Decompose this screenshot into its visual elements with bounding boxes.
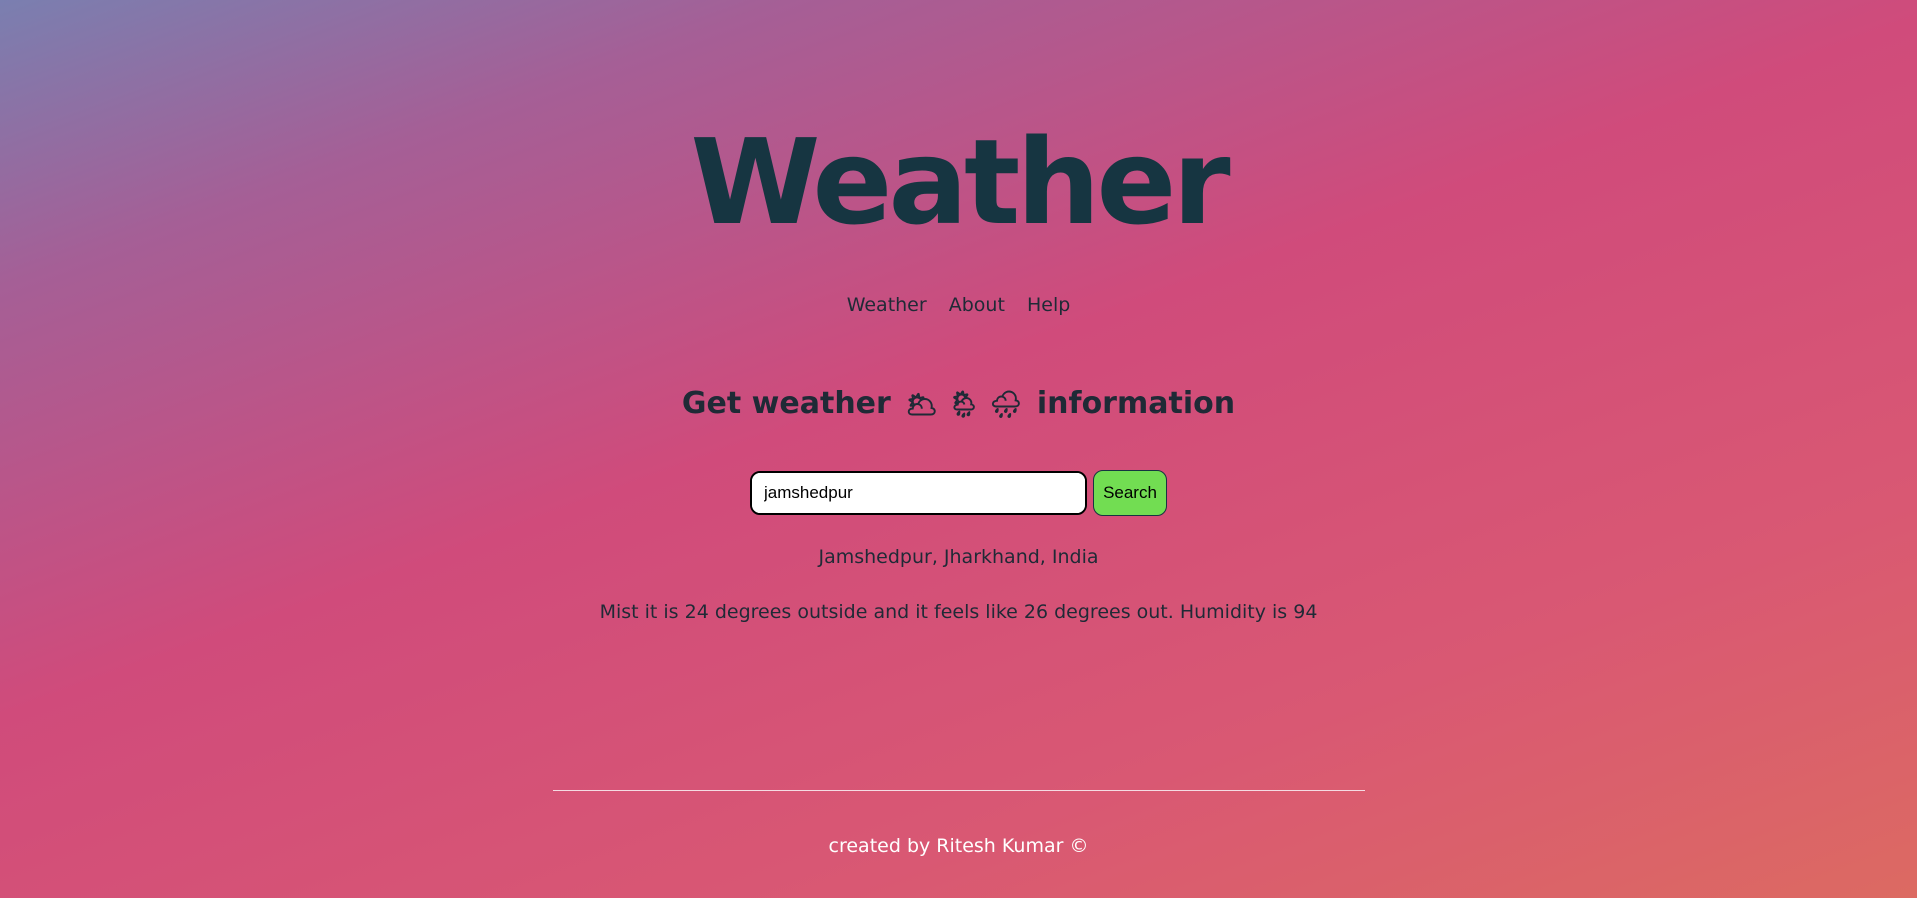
nav-link-about[interactable]: About [949,294,1005,316]
search-form: Search [0,470,1917,518]
heading-suffix: information [1036,386,1236,421]
location-result: Jamshedpur, Jharkhand, India [818,546,1099,568]
page-title: Weather [690,113,1230,251]
section-heading: Get weather 🌥 🌦 🌧 information [0,382,1917,427]
location-search-input[interactable] [750,471,1087,515]
forecast-result: Mist it is 24 degrees outside and it fee… [599,601,1318,623]
heading-prefix: Get weather [681,386,891,421]
nav-link-weather[interactable]: Weather [847,294,927,316]
main-nav: Weather About Help [0,293,1917,317]
search-button[interactable]: Search [1093,470,1167,516]
nav-link-help[interactable]: Help [1027,294,1070,316]
search-form-inner: Search [750,470,1167,516]
footer-credit: created by Ritesh Kumar © [828,835,1089,857]
weather-icons: 🌥 🌦 🌧 [905,390,1023,420]
footer-divider [553,790,1365,791]
